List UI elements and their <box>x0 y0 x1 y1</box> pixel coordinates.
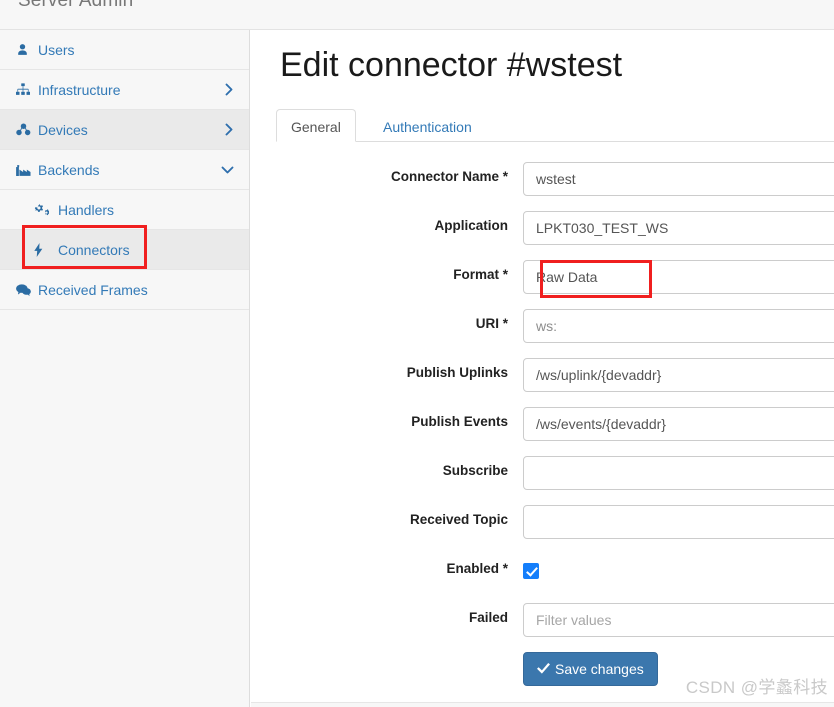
save-changes-button[interactable]: Save changes <box>523 652 658 686</box>
cubes-icon <box>16 123 38 136</box>
field-wrapper <box>523 358 834 392</box>
label-received-topic: Received Topic <box>409 512 508 527</box>
form-row: Connector Name * <box>251 162 834 211</box>
field-wrapper <box>523 162 834 196</box>
sidebar-item-label: Users <box>38 41 75 58</box>
label-publish-uplinks: Publish Uplinks <box>406 365 508 380</box>
form-row: Publish Uplinks <box>251 358 834 407</box>
field-wrapper <box>523 309 834 343</box>
field-wrapper <box>523 260 834 294</box>
label-publish-events: Publish Events <box>411 414 508 429</box>
connector-name-input[interactable] <box>523 162 834 196</box>
sidebar-item-devices[interactable]: Devices <box>0 110 249 150</box>
cogs-icon <box>34 203 58 216</box>
sidebar-item-users[interactable]: Users <box>0 30 249 70</box>
enabled-checkbox[interactable] <box>523 563 539 579</box>
tab-bar: General Authentication <box>276 109 834 142</box>
sidebar-item-label: Handlers <box>58 201 115 218</box>
chevron-right-icon[interactable] <box>223 82 235 97</box>
field-wrapper <box>523 211 834 245</box>
top-header-bar: Server Admin <box>0 0 834 30</box>
subscribe-input[interactable] <box>523 456 834 490</box>
field-wrapper <box>523 505 834 539</box>
label-application: Application <box>434 218 509 233</box>
label-enabled: Enabled * <box>446 561 508 576</box>
label-subscribe: Subscribe <box>442 463 508 478</box>
user-icon <box>16 43 38 57</box>
tab-authentication[interactable]: Authentication <box>368 109 487 142</box>
form-row: Received Topic <box>251 505 834 554</box>
form-row: URI * <box>251 309 834 358</box>
comments-icon <box>16 283 38 296</box>
watermark: CSDN @学蠡科技 <box>685 678 828 697</box>
form-row: Enabled * <box>251 554 834 603</box>
label-format: Format * <box>453 267 508 282</box>
field-wrapper <box>523 603 834 637</box>
sidebar-item-handlers[interactable]: Handlers <box>0 190 249 230</box>
form-row: Subscribe <box>251 456 834 505</box>
sidebar-item-label: Received Frames <box>38 281 148 298</box>
sitemap-icon <box>16 83 38 96</box>
field-wrapper <box>523 554 834 584</box>
label-uri: URI * <box>475 316 508 331</box>
sidebar-item-label: Connectors <box>58 241 130 258</box>
connector-form: Connector Name * Application Format * URI *… <box>251 162 834 701</box>
form-row: Failed <box>251 603 834 652</box>
sidebar-nav: Users Infrastructure Devices Backends Handle… <box>0 30 250 707</box>
form-row: Format * <box>251 260 834 309</box>
tab-general[interactable]: General <box>276 109 356 142</box>
save-button-label: Save changes <box>555 661 644 677</box>
publish-events-input[interactable] <box>523 407 834 441</box>
field-wrapper <box>523 407 834 441</box>
form-row: Application <box>251 211 834 260</box>
label-connector-name: Connector Name * <box>390 169 508 184</box>
field-wrapper <box>523 456 834 490</box>
form-row: Publish Events <box>251 407 834 456</box>
page-title: Edit connector #wstest <box>280 46 623 84</box>
label-spacer <box>251 652 523 659</box>
sidebar-item-label: Infrastructure <box>38 81 121 98</box>
brand-title: Server Admin <box>18 0 134 11</box>
failed-input[interactable] <box>523 603 834 637</box>
chevron-right-icon[interactable] <box>223 122 235 137</box>
industry-icon <box>16 164 38 176</box>
received-topic-input[interactable] <box>523 505 834 539</box>
chevron-down-icon[interactable] <box>220 164 235 176</box>
sidebar-item-connectors[interactable]: Connectors <box>0 230 249 270</box>
footer-divider <box>251 702 834 707</box>
bolt-icon <box>34 242 58 257</box>
sidebar-item-label: Devices <box>38 121 88 138</box>
format-input[interactable] <box>523 260 834 294</box>
label-failed: Failed <box>468 610 508 625</box>
uri-input[interactable] <box>523 309 834 343</box>
publish-uplinks-input[interactable] <box>523 358 834 392</box>
admin-page: Server Admin Users Infrastructure Devices B… <box>0 0 834 707</box>
main-content: Edit connector #wstest General Authentic… <box>251 30 834 707</box>
sidebar-item-infrastructure[interactable]: Infrastructure <box>0 70 249 110</box>
check-icon <box>537 662 550 676</box>
sidebar-item-backends[interactable]: Backends <box>0 150 249 190</box>
sidebar-item-received-frames[interactable]: Received Frames <box>0 270 249 310</box>
sidebar-item-label: Backends <box>38 161 100 178</box>
application-input[interactable] <box>523 211 834 245</box>
